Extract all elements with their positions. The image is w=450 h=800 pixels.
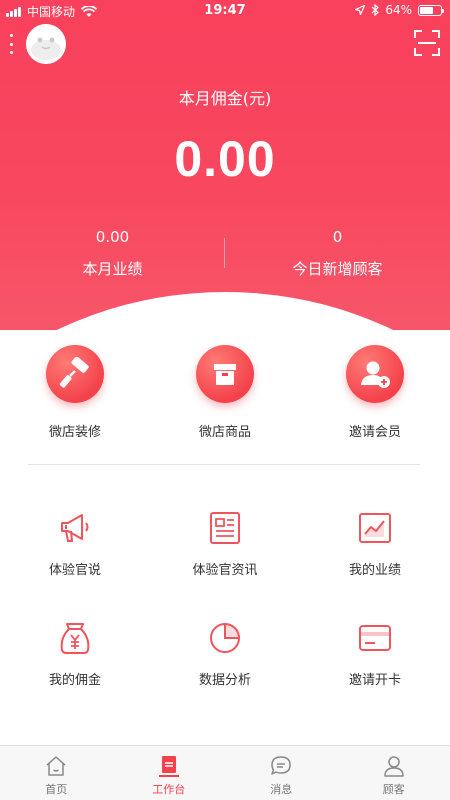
add-user-icon — [361, 361, 390, 388]
news-icon — [210, 512, 240, 544]
tab-label: 消息 — [270, 783, 293, 796]
commission-label: 本月佣金(元) — [178, 89, 272, 108]
quick-action-circle — [346, 345, 404, 403]
stat-value: 0.00 — [95, 228, 130, 246]
scan-icon[interactable] — [414, 30, 440, 56]
quick-action-label: 微店商品 — [198, 425, 251, 440]
location-arrow-icon — [355, 5, 366, 15]
header-curve — [0, 292, 450, 330]
stat-label: 本月业绩 — [82, 260, 143, 278]
battery-icon — [418, 4, 444, 16]
tool-label: 邀请开卡 — [348, 673, 401, 688]
customer-icon — [384, 756, 404, 777]
quick-action-label: 微店装修 — [48, 425, 101, 440]
tool-label: 体验官说 — [48, 563, 101, 578]
quick-action-invite-member[interactable]: 邀请会员 — [300, 345, 450, 440]
tool-my-commission[interactable]: 我的佣金 — [0, 620, 150, 688]
stat-new-customers[interactable]: 0 今日新增顾客 — [225, 228, 450, 279]
trend-chart-icon — [359, 513, 391, 543]
stat-value: 0 — [332, 228, 343, 246]
stat-monthly-performance[interactable]: 0.00 本月业绩 — [0, 228, 225, 279]
tool-experience-talk[interactable]: 体验官说 — [0, 510, 150, 578]
box-icon — [214, 364, 236, 385]
tab-home[interactable]: 首页 — [0, 746, 113, 800]
home-icon — [46, 756, 66, 776]
section-divider — [28, 464, 420, 465]
quick-action-circle — [196, 345, 254, 403]
status-right: 64% — [355, 3, 444, 17]
quick-action-shop-decoration[interactable]: 微店装修 — [0, 345, 150, 440]
workbench-icon — [158, 756, 179, 777]
tool-invite-card[interactable]: 邀请开卡 — [300, 620, 450, 688]
battery-fill — [420, 6, 433, 14]
tool-data-analysis[interactable]: 数据分析 — [150, 620, 300, 688]
tab-workbench[interactable]: 工作台 — [113, 746, 226, 800]
tab-bar: 首页 工作台 消息 顾客 — [0, 745, 450, 800]
tool-experience-news[interactable]: 体验官资讯 — [150, 510, 300, 578]
card-icon — [359, 625, 391, 651]
quick-action-label: 邀请会员 — [348, 425, 401, 440]
message-icon — [271, 756, 291, 775]
tool-label: 数据分析 — [198, 673, 251, 688]
stat-label: 今日新增顾客 — [292, 260, 383, 278]
money-bag-icon — [60, 623, 90, 654]
tab-label: 顾客 — [382, 783, 405, 796]
more-menu-icon[interactable] — [8, 34, 14, 54]
quick-action-circle — [46, 345, 104, 403]
tab-messages[interactable]: 消息 — [225, 746, 338, 800]
tool-label: 我的佣金 — [48, 673, 101, 688]
tab-customers[interactable]: 顾客 — [338, 746, 450, 800]
quick-action-shop-products[interactable]: 微店商品 — [150, 345, 300, 440]
avatar[interactable] — [26, 24, 66, 64]
commission-value: 0.00 — [174, 131, 276, 187]
pie-chart-icon — [210, 623, 240, 653]
megaphone-icon — [61, 514, 89, 542]
battery-percent: 64% — [385, 3, 412, 17]
tool-my-performance[interactable]: 我的业绩 — [300, 510, 450, 578]
paint-roller-icon — [59, 357, 89, 388]
avatar-face-icon — [26, 24, 66, 64]
tool-label: 我的业绩 — [348, 563, 401, 578]
status-bar: 中国移动 19:47 64% — [0, 0, 450, 22]
tab-label: 首页 — [45, 783, 68, 796]
tool-label: 体验官资讯 — [192, 563, 258, 578]
tab-label: 工作台 — [152, 783, 186, 796]
bluetooth-icon — [371, 4, 380, 16]
